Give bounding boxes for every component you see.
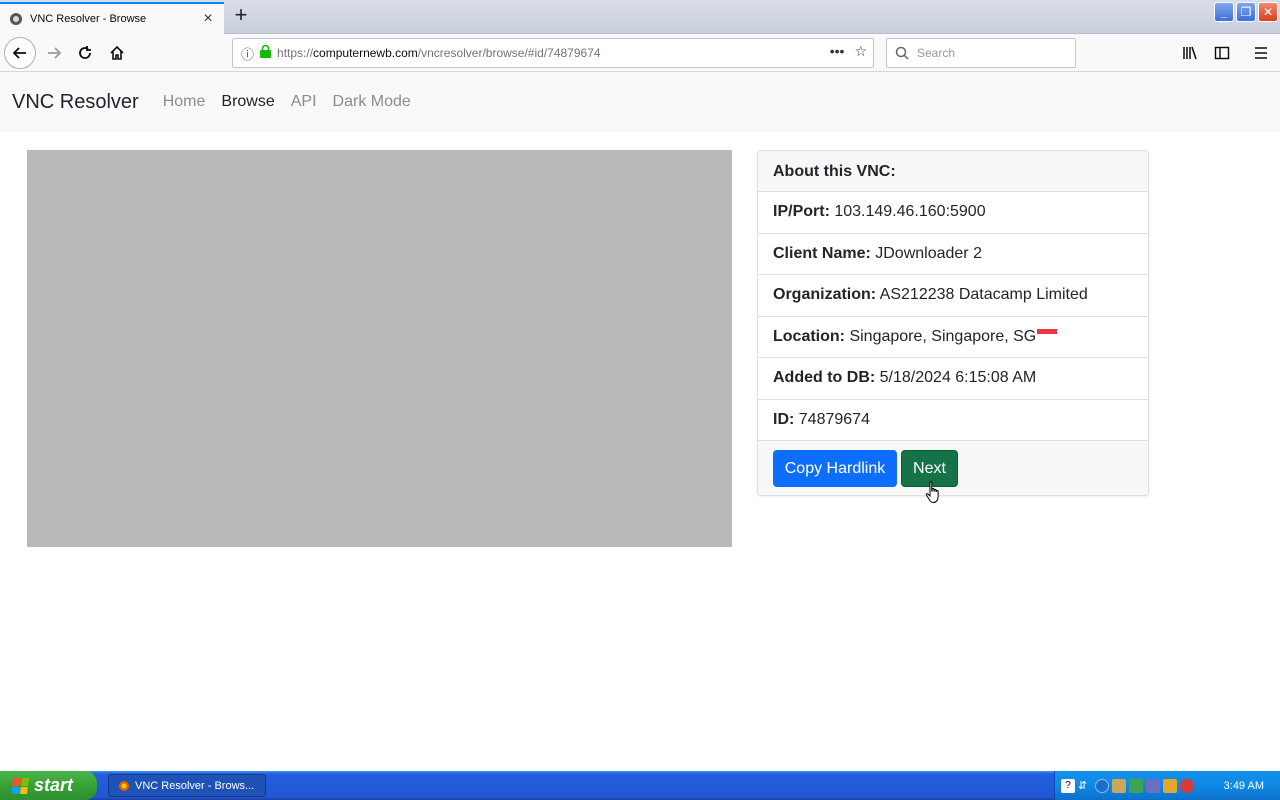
nav-browse[interactable]: Browse: [221, 93, 274, 111]
url-path: /vncresolver/browse/#id/74879674: [417, 46, 601, 60]
menu-button[interactable]: [1247, 39, 1275, 67]
reload-icon: [79, 46, 91, 59]
copy-hardlink-button[interactable]: Copy Hardlink: [773, 450, 897, 487]
home-icon: [110, 45, 124, 60]
security-tray-icon[interactable]: [1129, 778, 1143, 793]
url-domain: computernewb.com: [313, 46, 418, 60]
library-icon: [1183, 46, 1197, 60]
start-button[interactable]: start: [0, 771, 97, 800]
lock-icon[interactable]: [260, 44, 272, 61]
arrow-right-icon: [48, 47, 62, 59]
network-tray-icon[interactable]: [1112, 778, 1126, 793]
site-navbar: VNC Resolver Home Browse API Dark Mode: [0, 72, 1280, 132]
taskbar-window-label: VNC Resolver - Brows...: [135, 779, 255, 792]
collapse-tray-icon[interactable]: [1095, 778, 1109, 793]
singapore-flag-icon: [1037, 328, 1058, 338]
home-button[interactable]: [103, 39, 131, 67]
forward-button[interactable]: [40, 39, 68, 67]
bookmark-star-icon[interactable]: ☆: [854, 43, 867, 60]
info-label: Location:: [773, 327, 845, 345]
vnc-info-card: About this VNC: IP/Port: 103.149.46.160:…: [757, 150, 1149, 496]
search-placeholder: Search: [917, 46, 956, 60]
info-label: ID:: [773, 410, 795, 428]
info-label: Added to DB:: [773, 369, 876, 386]
search-tray-icon[interactable]: [1163, 778, 1177, 793]
nav-api[interactable]: API: [291, 93, 317, 111]
windows-logo-icon: [10, 777, 30, 794]
volume-tray-icon[interactable]: ⇵: [1078, 779, 1092, 793]
info-label: Client Name:: [773, 244, 871, 262]
browser-toolbar: ⓘ https://computernewb.com/vncresolver/b…: [0, 34, 1280, 72]
info-row-organization: Organization: AS212238 Datacamp Limited: [758, 275, 1148, 317]
info-value: 103.149.46.160:5900: [834, 203, 986, 220]
sidebar-icon: [1214, 46, 1230, 60]
browser-tab[interactable]: VNC Resolver - Browse ×: [0, 2, 224, 34]
close-window-button[interactable]: ✕: [1258, 2, 1278, 22]
hand-cursor-icon: [925, 481, 939, 503]
nav-home[interactable]: Home: [163, 93, 206, 111]
start-label: start: [34, 775, 74, 795]
info-label: IP/Port:: [773, 203, 830, 220]
site-favicon-icon: [8, 11, 24, 27]
info-value: 5/18/2024 6:15:08 AM: [879, 369, 1037, 386]
info-label: Organization:: [773, 286, 877, 303]
clock: 3:49 AM: [1223, 779, 1264, 792]
new-tab-icon[interactable]: +: [230, 4, 252, 27]
info-row-location: Location: Singapore, Singapore, SG: [758, 317, 1148, 358]
back-button[interactable]: [4, 37, 36, 69]
search-icon: [895, 46, 909, 60]
site-info-icon[interactable]: ⓘ: [241, 44, 254, 63]
sidebar-button[interactable]: [1208, 39, 1236, 67]
arrow-left-icon: [12, 47, 26, 59]
info-value: AS212238 Datacamp Limited: [879, 286, 1088, 303]
card-header: About this VNC:: [758, 151, 1148, 192]
info-row-ip-port: IP/Port: 103.149.46.160:5900: [758, 192, 1148, 234]
display-tray-icon[interactable]: [1146, 778, 1160, 793]
restore-button[interactable]: ❐: [1236, 2, 1256, 22]
os-taskbar: start VNC Resolver - Brows... ? ⇵ 3:49 A…: [0, 771, 1280, 800]
nav-dark-mode[interactable]: Dark Mode: [333, 93, 411, 111]
browser-tab-strip: VNC Resolver - Browse × + _ ❐ ✕: [0, 0, 1280, 34]
tab-close-icon[interactable]: ×: [200, 11, 216, 27]
url-prefix: https://: [277, 46, 314, 60]
library-button[interactable]: [1176, 39, 1204, 67]
reload-button[interactable]: [71, 39, 99, 67]
info-row-id: ID: 74879674: [758, 400, 1148, 441]
site-brand[interactable]: VNC Resolver: [12, 91, 139, 114]
help-tray-icon[interactable]: ?: [1061, 778, 1075, 793]
info-value: JDownloader 2: [875, 244, 982, 262]
window-controls: _ ❐ ✕: [1214, 2, 1278, 22]
url-bar[interactable]: ⓘ https://computernewb.com/vncresolver/b…: [232, 38, 874, 68]
page-actions-icon[interactable]: •••: [830, 43, 845, 60]
info-row-client-name: Client Name: JDownloader 2: [758, 234, 1148, 275]
taskbar-window-item[interactable]: VNC Resolver - Brows...: [108, 774, 266, 797]
minimize-button[interactable]: _: [1214, 2, 1234, 22]
card-footer: Copy Hardlink Next: [758, 441, 1148, 495]
info-row-added-to-db: Added to DB: 5/18/2024 6:15:08 AM: [758, 358, 1148, 400]
info-value: 74879674: [798, 410, 870, 428]
vnc-screenshot: [27, 150, 732, 547]
search-bar[interactable]: Search: [886, 38, 1076, 68]
system-tray: ? ⇵ 3:49 AM: [1054, 771, 1280, 800]
firefox-app-icon: [117, 779, 131, 793]
info-value: Singapore, Singapore, SG: [849, 327, 1037, 345]
tab-title: VNC Resolver - Browse: [30, 13, 147, 25]
shield-tray-icon[interactable]: [1180, 778, 1194, 793]
hamburger-menu-icon: [1255, 47, 1267, 59]
